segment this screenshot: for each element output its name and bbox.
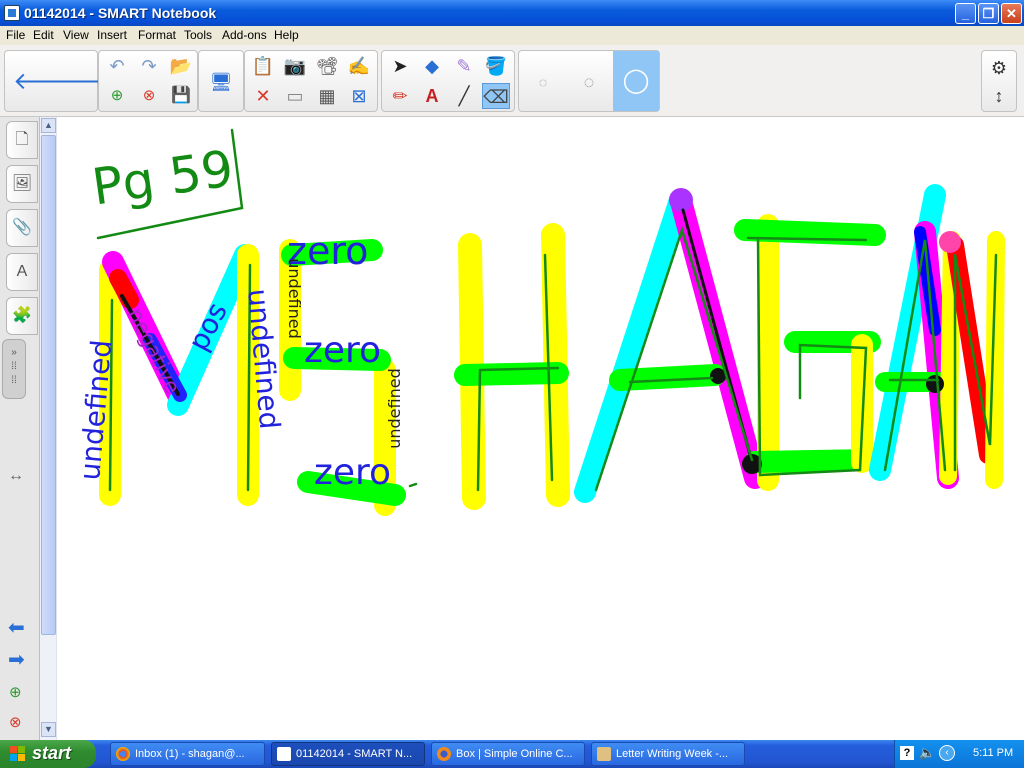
- eraser-medium-icon[interactable]: ◌: [575, 69, 603, 95]
- paste-icon[interactable]: 📋: [249, 53, 277, 79]
- undo-button[interactable]: ↶: [103, 53, 131, 79]
- previous-page-side-icon[interactable]: ⬅: [8, 615, 25, 640]
- tray-arrow-icon[interactable]: ‹: [939, 745, 955, 761]
- smart-notebook-icon: [4, 5, 20, 21]
- previous-page-button[interactable]: 🡐: [13, 69, 77, 95]
- whiteboard-canvas[interactable]: ▲ ▼ Pg 59 undefined negative pos undefin…: [40, 117, 1024, 740]
- next-page-button[interactable]: 🡒: [60, 69, 124, 95]
- menu-addons[interactable]: Add-ons: [222, 28, 267, 42]
- page-sorter-tab[interactable]: 🗋: [6, 121, 38, 159]
- collapse-sidebar-handle[interactable]: » ⁞⁞ ⁞⁞: [2, 339, 26, 399]
- delete-icon[interactable]: ✕: [249, 83, 277, 109]
- text-icon[interactable]: A: [418, 83, 446, 109]
- edit-group: ↶ ↷ 📂 ⊕ ⊗ 💾: [98, 50, 198, 112]
- add-page-side-icon[interactable]: ⊕: [9, 683, 22, 701]
- add-page-button[interactable]: ⊕: [103, 83, 131, 109]
- minimize-button[interactable]: _: [955, 3, 976, 24]
- fit-page-icon[interactable]: ⊠: [345, 83, 373, 109]
- magic-pen-icon[interactable]: ✎: [450, 53, 478, 79]
- a1-left-stroke: [574, 189, 691, 503]
- task-letter-writing[interactable]: Letter Writing Week -...: [591, 742, 745, 766]
- restore-button[interactable]: ❐: [978, 3, 999, 24]
- side-bar: 🗋 🖼 📎 A 🧩 » ⁞⁞ ⁞⁞ ↔ ⬅ ➡ ⊕ ⊗: [0, 117, 40, 740]
- label-e-top-undefined: undefined: [284, 258, 304, 339]
- addons-tab[interactable]: 🧩: [6, 297, 38, 335]
- insert-group: 📋 📷 📽 ✍ ✕ ▭ ▦ ⊠: [244, 50, 378, 112]
- gallery-tab[interactable]: 🖼: [6, 165, 38, 203]
- chrome-icon: [116, 747, 130, 761]
- label-e-right-undefined: undefined: [384, 368, 404, 449]
- task-inbox[interactable]: Inbox (1) - shagan@...: [110, 742, 265, 766]
- gear-icon[interactable]: ⚙: [985, 55, 1013, 81]
- help-icon[interactable]: ?: [900, 746, 914, 760]
- a1-apex-dot: [669, 188, 693, 212]
- handwriting-recognition-icon[interactable]: ✍: [345, 53, 373, 79]
- task-label: Box | Simple Online C...: [456, 748, 573, 760]
- fill-icon[interactable]: 🪣: [482, 53, 510, 79]
- n-apex-dot: [939, 231, 961, 253]
- menu-edit[interactable]: Edit: [33, 28, 54, 42]
- eraser-small-icon[interactable]: ◌: [529, 69, 557, 95]
- a2-black-dot: [926, 375, 944, 393]
- full-screen-icon[interactable]: 🖥: [207, 69, 235, 95]
- save-button[interactable]: 💾: [167, 83, 195, 109]
- tools-group: ➤ ◆ ✎ 🪣 ✏ A ╱ ⌫: [381, 50, 515, 112]
- label-e-zero-bottom: zero: [314, 452, 392, 493]
- volume-icon[interactable]: 🔈: [919, 745, 935, 761]
- shapes-icon[interactable]: ◆: [418, 53, 446, 79]
- properties-tab[interactable]: A: [6, 253, 38, 291]
- eraser-large-icon[interactable]: ◯: [613, 51, 659, 111]
- toolbar: 🡐 🡒 ↶ ↷ 📂 ⊕ ⊗ 💾 🖥 📋 📷 📽 ✍ ✕ ▭ ▦ ⊠ ➤ ◆ ✎ …: [0, 45, 1024, 117]
- table-icon[interactable]: ▦: [313, 83, 341, 109]
- window-title: 01142014 - SMART Notebook: [24, 5, 217, 21]
- attachments-tab[interactable]: 📎: [6, 209, 38, 247]
- toolbar-options-group: ⚙ ↕: [981, 50, 1017, 112]
- windows-flag-icon: [10, 746, 25, 761]
- display-group: 🖥: [198, 50, 244, 112]
- line-icon[interactable]: ╱: [450, 83, 478, 109]
- start-label: start: [32, 743, 72, 763]
- taskbar: start Inbox (1) - shagan@... 01142014 - …: [0, 740, 1024, 768]
- clock: 5:11 PM: [973, 747, 1014, 759]
- menu-bar: File Edit View Insert Format Tools Add-o…: [0, 26, 1024, 45]
- menu-insert[interactable]: Insert: [97, 28, 127, 42]
- menu-tools[interactable]: Tools: [184, 28, 212, 42]
- close-button[interactable]: ✕: [1001, 3, 1022, 24]
- smart-notebook-icon: [277, 747, 291, 761]
- firefox-icon: [437, 747, 451, 761]
- task-label: Inbox (1) - shagan@...: [135, 748, 245, 760]
- move-toolbar-icon[interactable]: ↕: [985, 83, 1013, 109]
- next-page-side-icon[interactable]: ➡: [8, 647, 25, 672]
- pens-icon[interactable]: ✏: [386, 83, 414, 109]
- start-button[interactable]: start: [0, 740, 96, 768]
- delete-page-button[interactable]: ⊗: [135, 83, 163, 109]
- open-file-icon[interactable]: 📂: [167, 53, 195, 79]
- label-e-zero-middle: zero: [304, 330, 382, 371]
- task-smart-notebook[interactable]: 01142014 - SMART N...: [271, 742, 425, 766]
- task-label: Letter Writing Week -...: [616, 748, 729, 760]
- task-box[interactable]: Box | Simple Online C...: [431, 742, 585, 766]
- screen-shade-icon[interactable]: ▭: [281, 83, 309, 109]
- menu-file[interactable]: File: [6, 28, 25, 42]
- system-tray: ? 🔈 ‹ 5:11 PM: [894, 740, 1024, 768]
- title-bar: 01142014 - SMART Notebook _ ❐ ✕: [0, 0, 1024, 26]
- redo-button[interactable]: ↷: [135, 53, 163, 79]
- document-camera-icon[interactable]: 📽: [313, 53, 341, 79]
- delete-page-side-icon[interactable]: ⊗: [9, 713, 22, 731]
- ink-drawing: [96, 128, 1005, 516]
- menu-help[interactable]: Help: [274, 28, 299, 42]
- task-label: 01142014 - SMART N...: [296, 748, 413, 760]
- eraser-size-group: ◌ ◌ ◯: [518, 50, 660, 112]
- document-icon: [597, 747, 611, 761]
- eraser-icon[interactable]: ⌫: [482, 83, 510, 109]
- screen-capture-icon[interactable]: 📷: [281, 53, 309, 79]
- g-top-stroke: [734, 219, 886, 246]
- navigation-group: 🡐 🡒: [4, 50, 124, 112]
- switch-side-icon[interactable]: ↔: [8, 467, 24, 485]
- menu-format[interactable]: Format: [138, 28, 176, 42]
- select-arrow-icon[interactable]: ➤: [386, 53, 414, 79]
- menu-view[interactable]: View: [63, 28, 89, 42]
